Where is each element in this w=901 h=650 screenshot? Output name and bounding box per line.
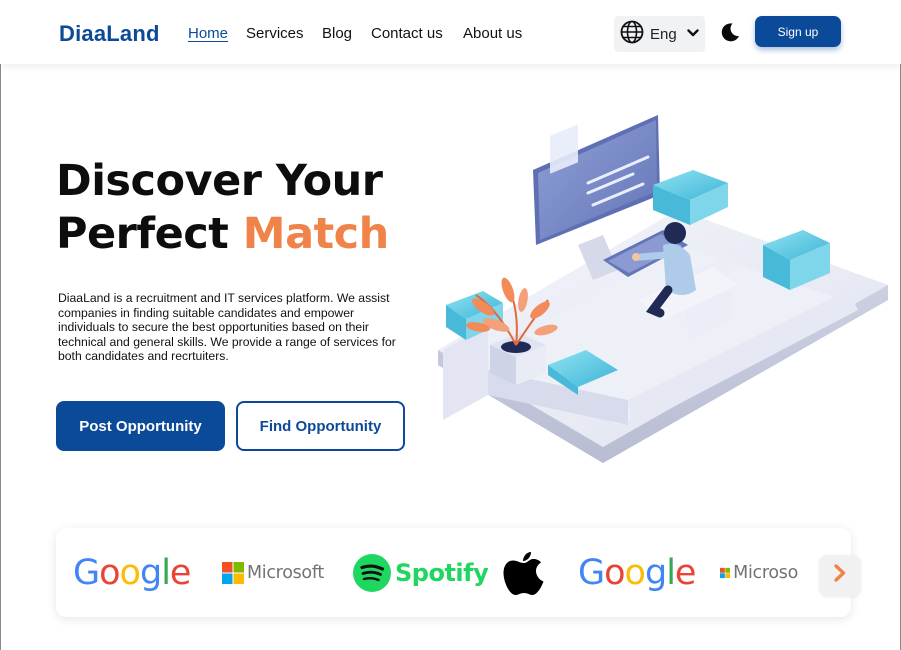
carousel-next-button[interactable] (819, 555, 861, 596)
sign-up-button[interactable]: Sign up (755, 16, 841, 47)
microsoft-squares-icon (720, 567, 731, 578)
microsoft-logo: Microso (720, 528, 798, 617)
microsoft-label: Microsoft (247, 562, 324, 583)
google-letter: G (578, 552, 605, 593)
google-letter: G (73, 552, 100, 593)
brand-logo[interactable]: DiaaLand (59, 21, 160, 47)
google-letter: o (604, 552, 625, 593)
spotify-icon (353, 553, 391, 592)
hero-description: DiaaLand is a recruitment and IT service… (58, 291, 396, 363)
hero-title-line1: Discover Your (56, 156, 383, 206)
nav-about-link[interactable]: About us (463, 25, 522, 42)
nav-home-link[interactable]: Home (188, 25, 228, 42)
hero-title-line2: Perfect (56, 209, 243, 259)
microsoft-squares-icon (222, 561, 244, 584)
google-letter: o (119, 552, 141, 593)
spotify-label: Spotify (395, 558, 489, 587)
hero-illustration (428, 95, 893, 470)
chevron-down-icon (687, 25, 699, 43)
hero-title-accent: Match (242, 209, 389, 259)
language-label: Eng (650, 25, 677, 43)
chevron-right-icon (833, 564, 847, 587)
google-letter: g (139, 552, 162, 593)
globe-icon (620, 20, 644, 49)
find-opportunity-button[interactable]: Find Opportunity (236, 401, 405, 451)
spotify-logo: Spotify (353, 528, 489, 617)
google-logo: Google (578, 528, 697, 617)
google-letter: l (666, 552, 676, 593)
google-letter: o (624, 552, 646, 593)
google-letter: e (169, 552, 192, 593)
partner-logos-carousel: Google Microsoft Spotify Google Microso (56, 528, 851, 617)
language-selector[interactable]: Eng (614, 16, 705, 52)
nav-contact-link[interactable]: Contact us (371, 25, 443, 42)
google-letter: g (644, 552, 667, 593)
microsoft-label: Microso (733, 562, 798, 583)
google-letter: e (674, 552, 697, 593)
google-logo: Google (73, 528, 192, 617)
moon-icon[interactable] (719, 21, 741, 43)
post-opportunity-button[interactable]: Post Opportunity (56, 401, 225, 451)
microsoft-logo: Microsoft (222, 528, 324, 617)
nav-blog-link[interactable]: Blog (322, 25, 352, 42)
google-letter: l (161, 552, 171, 593)
site-header: DiaaLand Home Services Blog Contact us A… (0, 0, 901, 64)
google-letter: o (99, 552, 120, 593)
hero-title: Discover Your Perfect Match (56, 155, 389, 261)
nav-services-link[interactable]: Services (246, 25, 304, 42)
apple-logo-icon (503, 528, 545, 617)
